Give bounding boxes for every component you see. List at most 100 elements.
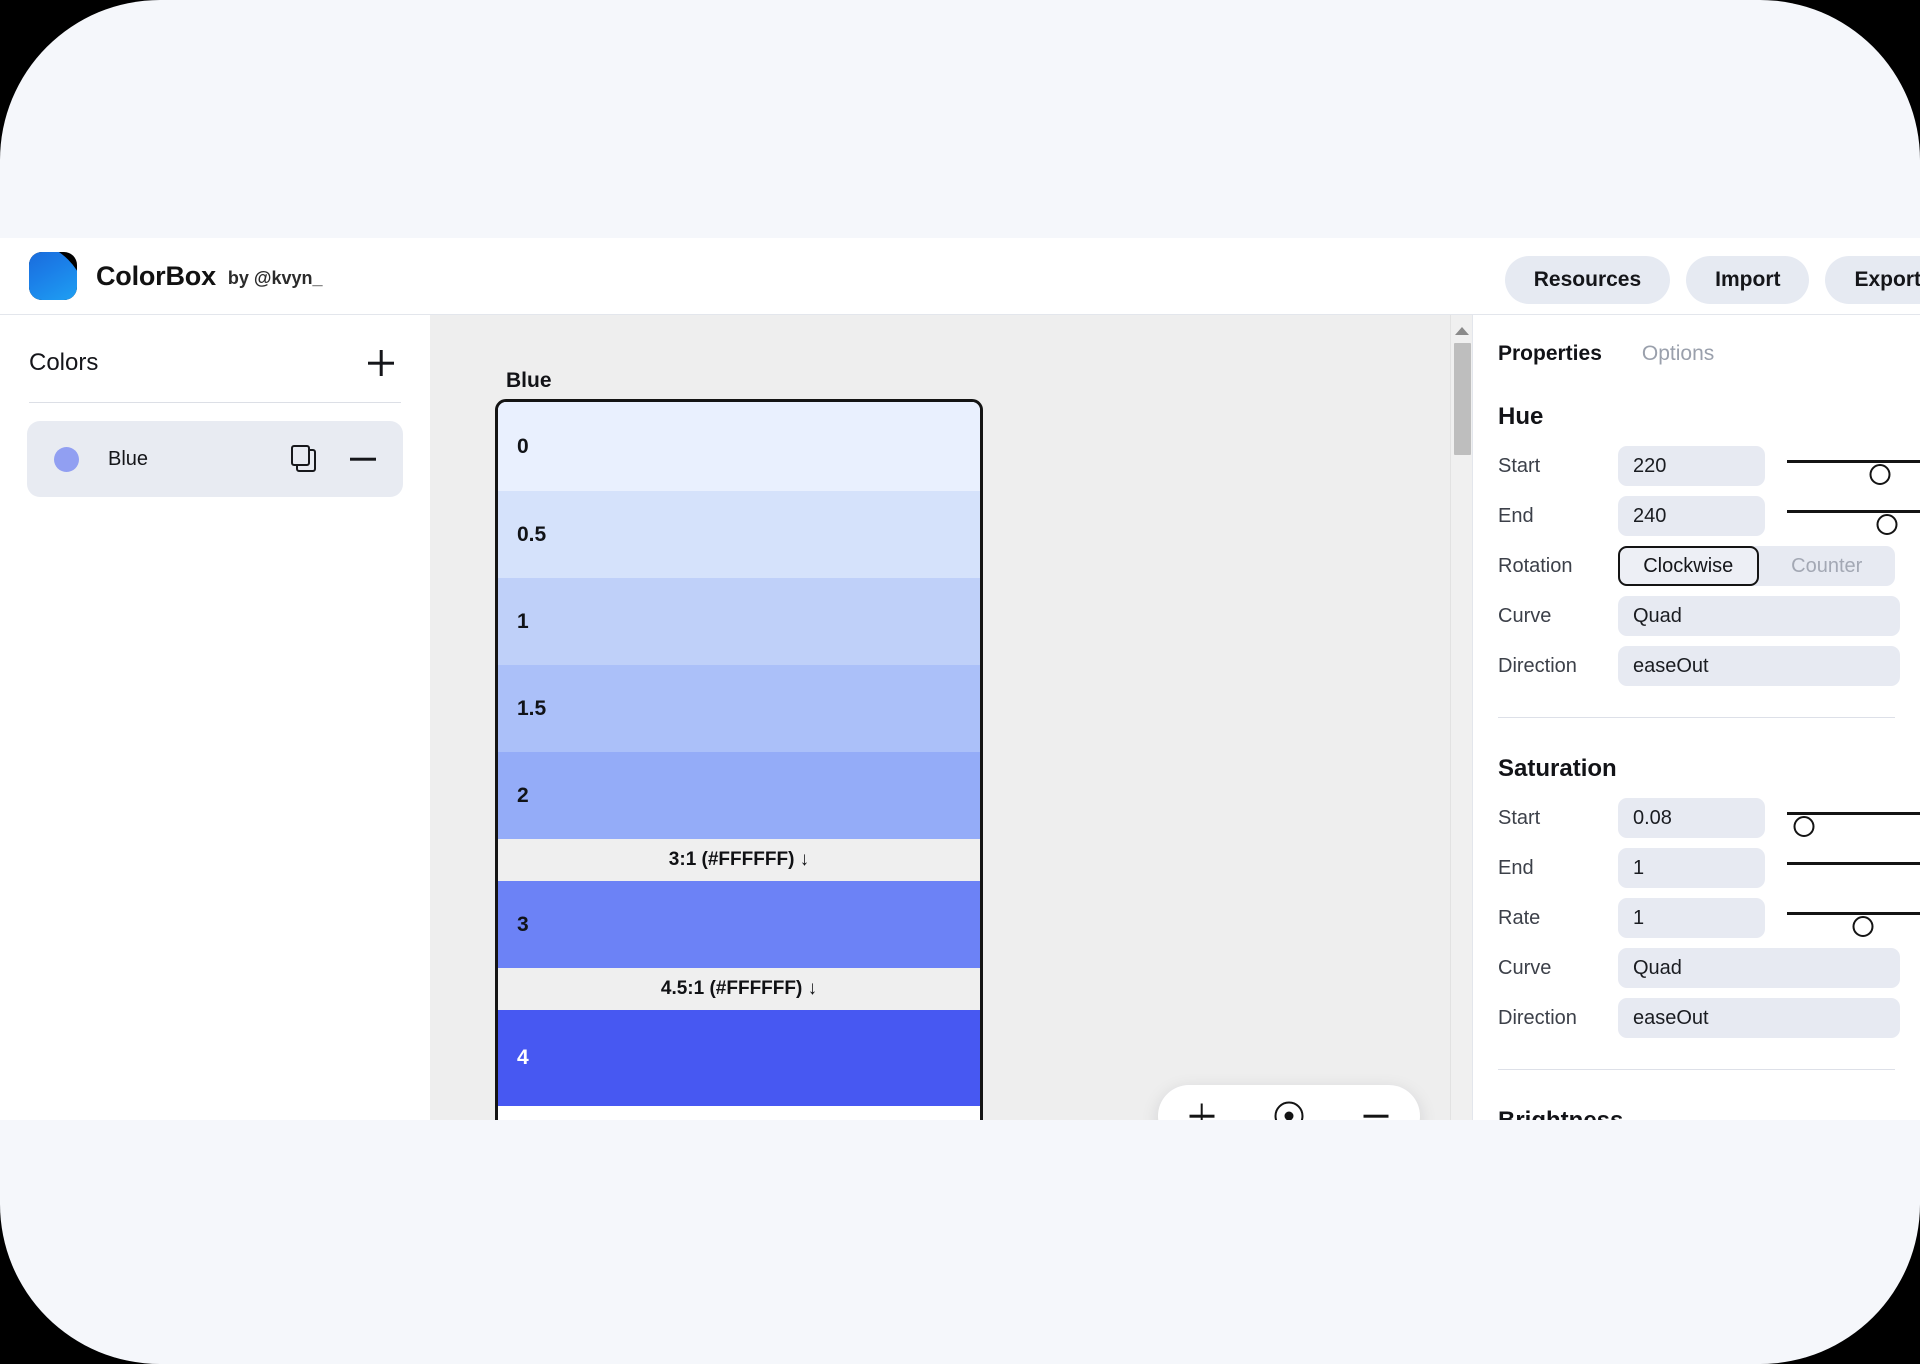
property-row: Start bbox=[1498, 441, 1920, 491]
slider-thumb[interactable] bbox=[1852, 916, 1874, 937]
property-label: Curve bbox=[1498, 604, 1552, 627]
property-value-input[interactable] bbox=[1618, 446, 1765, 486]
property-row: Direction bbox=[1498, 641, 1900, 691]
swatch-label: 0 bbox=[517, 434, 529, 458]
slider-thumb[interactable] bbox=[1793, 816, 1815, 837]
ramp-title: Blue bbox=[506, 369, 552, 392]
property-row: Curve bbox=[1498, 943, 1900, 993]
slider-track bbox=[1787, 460, 1920, 463]
segment-counter-button[interactable]: Counter bbox=[1759, 546, 1896, 586]
logo-blade-shape bbox=[29, 252, 77, 300]
property-value-input[interactable] bbox=[1618, 848, 1765, 888]
property-value-input[interactable] bbox=[1618, 898, 1765, 938]
color-list: Blue bbox=[0, 403, 430, 497]
sidebar-header: Colors bbox=[0, 315, 430, 380]
property-label: Start bbox=[1498, 806, 1541, 829]
caret-up-icon[interactable] bbox=[1454, 327, 1469, 335]
property-label: End bbox=[1498, 504, 1534, 527]
property-value-input[interactable] bbox=[1618, 798, 1765, 838]
property-label: Curve bbox=[1498, 956, 1552, 979]
property-row: Rotation Clockwise Counter bbox=[1498, 541, 1895, 591]
zoom-controls bbox=[1158, 1085, 1420, 1120]
panel-sections: Hue Start End Rotation ClockwiseCounter Curve… bbox=[1498, 403, 1920, 1120]
section-title: Brightness bbox=[1498, 1107, 1895, 1120]
swatch-label: 1 bbox=[517, 609, 529, 633]
recenter-button[interactable] bbox=[1265, 1092, 1313, 1120]
property-slider[interactable] bbox=[1787, 848, 1920, 888]
property-slider[interactable] bbox=[1787, 798, 1920, 838]
header-actions: Resources Import Export bbox=[1504, 256, 1920, 304]
tab-options[interactable]: Options bbox=[1642, 342, 1714, 366]
properties-panel: Properties Options Hue Start End Rotation Cl… bbox=[1472, 315, 1920, 1120]
rotation-segmented-control: Clockwise Counter bbox=[1618, 546, 1895, 586]
ramp-swatch[interactable]: 0 bbox=[498, 402, 980, 491]
list-item[interactable]: Blue bbox=[27, 421, 403, 497]
property-slider[interactable] bbox=[1787, 496, 1920, 536]
color-ramp[interactable]: 0 0.5 1 1.5 2 3:1 (#FFFFFF) ↓ 3 4.5:1 (#FFFFFF)… bbox=[495, 399, 983, 1120]
property-slider[interactable] bbox=[1787, 446, 1920, 486]
property-select[interactable] bbox=[1618, 948, 1900, 988]
app-byline: by @kvyn_ bbox=[227, 268, 323, 288]
segment-clockwise-button[interactable]: Clockwise bbox=[1618, 546, 1759, 586]
property-label: Rate bbox=[1498, 906, 1541, 929]
export-button[interactable]: Export bbox=[1825, 256, 1920, 304]
property-row: End bbox=[1498, 843, 1920, 893]
ramp-swatch[interactable]: 1 bbox=[498, 578, 980, 665]
slider-thumb[interactable] bbox=[1869, 464, 1891, 485]
color-swatch-dot bbox=[54, 446, 79, 472]
property-label: Start bbox=[1498, 454, 1541, 477]
swatch-label: 0.5 bbox=[517, 522, 547, 546]
property-label: End bbox=[1498, 856, 1534, 879]
property-select[interactable] bbox=[1618, 596, 1900, 636]
property-row: Curve bbox=[1498, 591, 1900, 641]
app-header: ColorBox by @kvyn_ Resources Import Expo… bbox=[0, 238, 1920, 315]
app-window: ColorBox by @kvyn_ Resources Import Expo… bbox=[0, 238, 1920, 1120]
property-slider[interactable] bbox=[1787, 898, 1920, 938]
panel-divider bbox=[1498, 717, 1895, 718]
swatch-label: 4 bbox=[517, 1046, 529, 1069]
brand: ColorBox by @kvyn_ bbox=[29, 252, 323, 300]
section-title: Saturation bbox=[1498, 755, 1617, 782]
colorbox-logo-icon bbox=[29, 252, 77, 300]
section-title: Hue bbox=[1498, 403, 1544, 430]
slider-track bbox=[1787, 510, 1920, 513]
contrast-marker: 4.5:1 (#FFFFFF) ↓ bbox=[498, 968, 980, 1010]
ramp-swatch[interactable]: 1.5 bbox=[498, 665, 980, 752]
slider-track bbox=[1787, 812, 1920, 815]
panel-tabs: Properties Options bbox=[1498, 315, 1895, 366]
ramp-swatch[interactable]: 4 bbox=[498, 1010, 980, 1106]
panel-divider bbox=[1498, 1069, 1895, 1070]
property-row: Start bbox=[1498, 793, 1920, 843]
import-button[interactable]: Import bbox=[1686, 256, 1810, 304]
app-title: ColorBox bbox=[96, 260, 216, 291]
slider-track bbox=[1787, 912, 1920, 915]
canvas-scrollbar[interactable] bbox=[1450, 315, 1472, 1120]
zoom-out-button[interactable] bbox=[1352, 1092, 1400, 1120]
scrollbar-thumb[interactable] bbox=[1454, 343, 1471, 455]
add-color-button[interactable] bbox=[364, 346, 398, 380]
color-item-actions bbox=[290, 444, 378, 474]
swatch-label: 3 bbox=[517, 912, 529, 936]
ramp-swatch[interactable]: 2 bbox=[498, 752, 980, 839]
property-select[interactable] bbox=[1618, 998, 1900, 1038]
property-value-input[interactable] bbox=[1618, 496, 1765, 536]
tab-properties[interactable]: Properties bbox=[1498, 342, 1602, 366]
property-label: Rotation bbox=[1498, 554, 1573, 577]
slider-thumb[interactable] bbox=[1876, 514, 1898, 535]
ramp-swatch[interactable]: 0.5 bbox=[498, 491, 980, 578]
resources-button[interactable]: Resources bbox=[1504, 256, 1671, 304]
color-item-label: Blue bbox=[108, 447, 149, 470]
duplicate-icon[interactable] bbox=[290, 444, 320, 474]
minus-icon[interactable] bbox=[348, 444, 378, 474]
property-row: Rate bbox=[1498, 893, 1920, 943]
property-row: Direction bbox=[1498, 993, 1900, 1043]
ramp-swatch[interactable]: 3 bbox=[498, 881, 980, 968]
zoom-in-button[interactable] bbox=[1178, 1092, 1226, 1120]
page-surface: ColorBox by @kvyn_ Resources Import Expo… bbox=[0, 0, 1920, 1364]
property-row: End bbox=[1498, 491, 1920, 541]
property-select[interactable] bbox=[1618, 646, 1900, 686]
colors-sidebar: Colors Blue bbox=[0, 315, 430, 1120]
contrast-marker: 3:1 (#FFFFFF) ↓ bbox=[498, 839, 980, 881]
sidebar-title: Colors bbox=[29, 349, 99, 376]
ramp-canvas: Blue 0 0.5 1 1.5 2 3:1 (#FFFFFF) ↓ 3 4.5:1 (#FF… bbox=[430, 315, 1472, 1120]
